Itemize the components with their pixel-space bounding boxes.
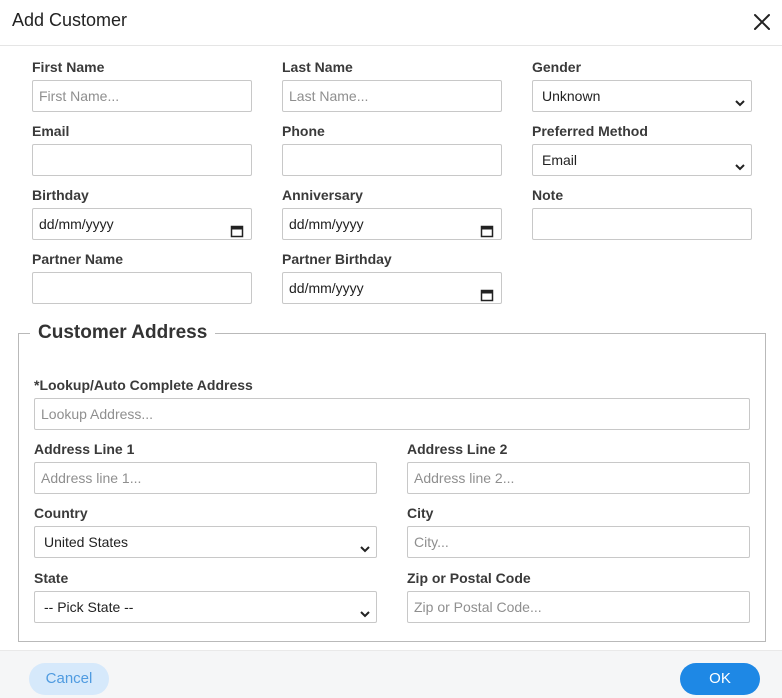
address-line-1-placeholder: Address line 1...: [41, 470, 142, 486]
state-label: State: [34, 570, 69, 586]
dialog-header: Add Customer: [0, 0, 782, 46]
state-select[interactable]: -- Pick State --: [34, 591, 377, 623]
address-line-1-label: Address Line 1: [34, 441, 135, 457]
dialog-footer: [0, 650, 782, 698]
lookup-address-placeholder: Lookup Address...: [41, 406, 154, 422]
calendar-icon[interactable]: [480, 218, 494, 238]
gender-label: Gender: [532, 59, 582, 75]
dialog-title: Add Customer: [12, 10, 128, 30]
last-name-placeholder: Last Name...: [289, 88, 369, 104]
city-input[interactable]: City...: [407, 526, 750, 558]
chevron-down-icon: [358, 601, 372, 618]
state-value: -- Pick State --: [44, 599, 134, 615]
preferred-method-label: Preferred Method: [532, 123, 648, 139]
cancel-button[interactable]: Cancel: [29, 663, 109, 695]
email-label: Email: [32, 123, 70, 139]
country-label: Country: [34, 505, 88, 521]
gender-select[interactable]: Unknown: [532, 80, 752, 112]
birthday-label: Birthday: [32, 187, 89, 203]
address-line-2-input[interactable]: Address line 2...: [407, 462, 750, 494]
partner-name-field[interactable]: [32, 272, 252, 304]
partner-birthday-label: Partner Birthday: [282, 251, 392, 267]
zip-code-input[interactable]: Zip or Postal Code...: [407, 591, 750, 623]
birthday-value: dd/mm/yyyy: [39, 216, 114, 232]
first-name-label: First Name: [32, 59, 105, 75]
chevron-down-icon: [358, 536, 372, 553]
anniversary-label: Anniversary: [282, 187, 363, 203]
note-label: Note: [532, 187, 564, 203]
close-icon[interactable]: [750, 10, 774, 34]
country-value: United States: [44, 534, 129, 550]
phone-label: Phone: [282, 123, 325, 139]
chevron-down-icon: [733, 90, 747, 107]
birthday-date-input[interactable]: dd/mm/yyyy: [32, 208, 252, 240]
preferred-method-value: Email: [542, 152, 578, 168]
city-placeholder: City...: [414, 534, 449, 550]
address-line-1-input[interactable]: Address line 1...: [34, 462, 377, 494]
calendar-icon[interactable]: [480, 282, 494, 302]
calendar-icon[interactable]: [230, 218, 244, 238]
first-name-placeholder: First Name...: [39, 88, 120, 104]
lookup-address-label: *Lookup/Auto Complete Address: [34, 377, 253, 393]
address-line-2-label: Address Line 2: [407, 441, 508, 457]
email-field[interactable]: [32, 144, 252, 176]
first-name-input[interactable]: First Name...: [32, 80, 252, 112]
gender-value: Unknown: [542, 88, 601, 104]
preferred-method-select[interactable]: Email: [532, 144, 752, 176]
chevron-down-icon: [733, 154, 747, 171]
anniversary-date-input[interactable]: dd/mm/yyyy: [282, 208, 502, 240]
zip-code-label: Zip or Postal Code: [407, 570, 531, 586]
last-name-input[interactable]: Last Name...: [282, 80, 502, 112]
phone-field[interactable]: [282, 144, 502, 176]
partner-birthday-value: dd/mm/yyyy: [289, 280, 364, 296]
lookup-address-input[interactable]: Lookup Address...: [34, 398, 750, 430]
city-label: City: [407, 505, 434, 521]
country-select[interactable]: United States: [34, 526, 377, 558]
last-name-label: Last Name: [282, 59, 353, 75]
customer-address-legend: Customer Address: [30, 318, 216, 348]
partner-name-label: Partner Name: [32, 251, 124, 267]
add-customer-dialog: Add Customer First Name First Name... La…: [0, 0, 782, 698]
zip-code-placeholder: Zip or Postal Code...: [414, 599, 542, 615]
ok-button[interactable]: OK: [680, 663, 760, 695]
address-line-2-placeholder: Address line 2...: [414, 470, 515, 486]
anniversary-value: dd/mm/yyyy: [289, 216, 364, 232]
note-field[interactable]: [532, 208, 752, 240]
partner-birthday-date-input[interactable]: dd/mm/yyyy: [282, 272, 502, 304]
